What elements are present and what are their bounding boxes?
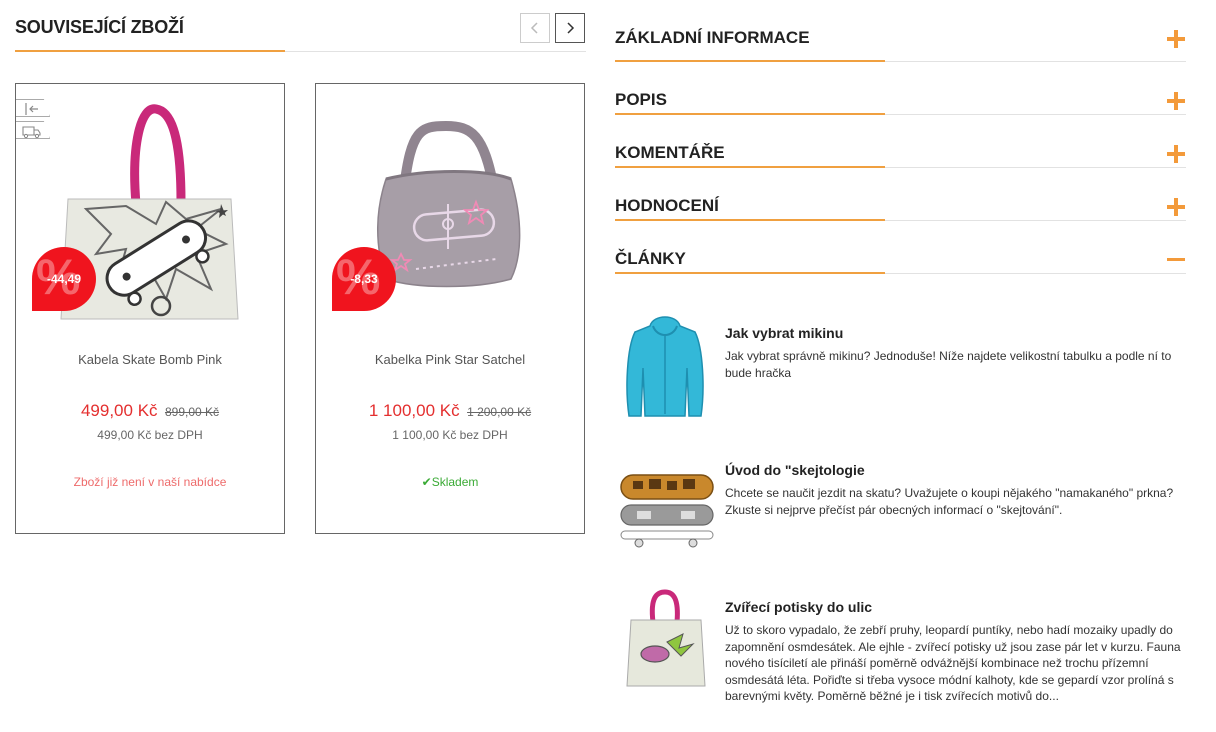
plus-icon[interactable] [1166, 91, 1186, 111]
plus-icon[interactable] [1166, 144, 1186, 164]
availability-label: Skladem [431, 475, 479, 489]
discount-value: -44,49 [46, 272, 82, 286]
accordion-underline [615, 272, 885, 274]
minus-icon[interactable] [1166, 250, 1186, 270]
product-net-price: 499,00 Kč bez DPH [97, 428, 203, 442]
price-row: 499,00 Kč 899,00 Kč [16, 401, 284, 421]
product-net-price: 1 100,00 Kč bez DPH [392, 428, 508, 442]
article-thumbnail-print-bag[interactable] [615, 582, 717, 692]
accordion-comments[interactable]: KOMENTÁŘE [615, 115, 1186, 168]
accordion-ratings[interactable]: HODNOCENÍ [615, 168, 1186, 221]
accordion-label: HODNOCENÍ [615, 196, 719, 215]
product-card[interactable]: % -8,33 Kabelka Pink Star Satchel 1 100,… [315, 83, 585, 534]
article-thumbnail-skateboard[interactable] [615, 445, 717, 555]
product-old-price: 899,00 Kč [164, 405, 220, 419]
discount-badge: % -8,33 [332, 247, 396, 311]
article-excerpt: Chcete se naučit jezdit na skatu? Uvažuj… [725, 486, 1174, 517]
article-title[interactable]: Jak vybrat mikinu [725, 325, 843, 341]
checkmark-icon: ✔ [421, 475, 432, 489]
product-card[interactable]: % -44,49 Kabela Skate Bomb Pink 499,00 K… [15, 83, 285, 534]
availability-status: Zboží již není v naší nabídce [73, 475, 227, 489]
product-info-accordion: ZÁKLADNÍ INFORMACE POPIS KOMENTÁŘE HODNO… [615, 0, 1186, 274]
product-old-price: 1 200,00 Kč [467, 405, 532, 419]
carousel-next-button[interactable] [555, 13, 585, 43]
discount-value: -8,33 [350, 272, 378, 286]
chevron-left-icon [530, 22, 538, 34]
accordion-label: POPIS [615, 90, 667, 109]
accordion-description[interactable]: POPIS [615, 62, 1186, 115]
related-title: SOUVISEJÍCÍ ZBOŽÍ [15, 17, 184, 37]
discount-badge: % -44,49 [32, 247, 96, 311]
article-title[interactable]: Úvod do "skejtologie [725, 462, 865, 478]
product-name[interactable]: Kabela Skate Bomb Pink [16, 352, 284, 367]
availability-status: ✔Skladem [316, 475, 584, 489]
chevron-right-icon [567, 22, 575, 34]
price-row: 1 100,00 Kč 1 200,00 Kč [316, 401, 584, 421]
accordion-articles[interactable]: ČLÁNKY [615, 221, 1186, 274]
article-thumbnail-hoodie[interactable] [615, 308, 717, 418]
plus-icon[interactable] [1166, 197, 1186, 217]
product-price: 1 100,00 Kč [368, 401, 460, 420]
related-header: SOUVISEJÍCÍ ZBOŽÍ [15, 0, 586, 52]
article-title[interactable]: Zvířecí potisky do ulic [725, 599, 872, 615]
related-products: SOUVISEJÍCÍ ZBOŽÍ % -44,49 Kabela Skate … [15, 0, 586, 534]
accordion-basic-info[interactable]: ZÁKLADNÍ INFORMACE [615, 0, 1186, 62]
accordion-label: ČLÁNKY [615, 249, 686, 268]
carousel-prev-button[interactable] [520, 13, 550, 43]
accordion-label: ZÁKLADNÍ INFORMACE [615, 28, 810, 47]
product-price: 499,00 Kč [80, 401, 158, 420]
product-name[interactable]: Kabelka Pink Star Satchel [316, 352, 584, 367]
title-underline [15, 50, 285, 52]
article-excerpt: Jak vybrat správně mikinu? Jednoduše! Ní… [725, 349, 1172, 380]
article-excerpt: Už to skoro vypadalo, že zebří pruhy, le… [725, 623, 1181, 703]
accordion-label: KOMENTÁŘE [615, 143, 725, 162]
plus-icon[interactable] [1166, 29, 1186, 49]
